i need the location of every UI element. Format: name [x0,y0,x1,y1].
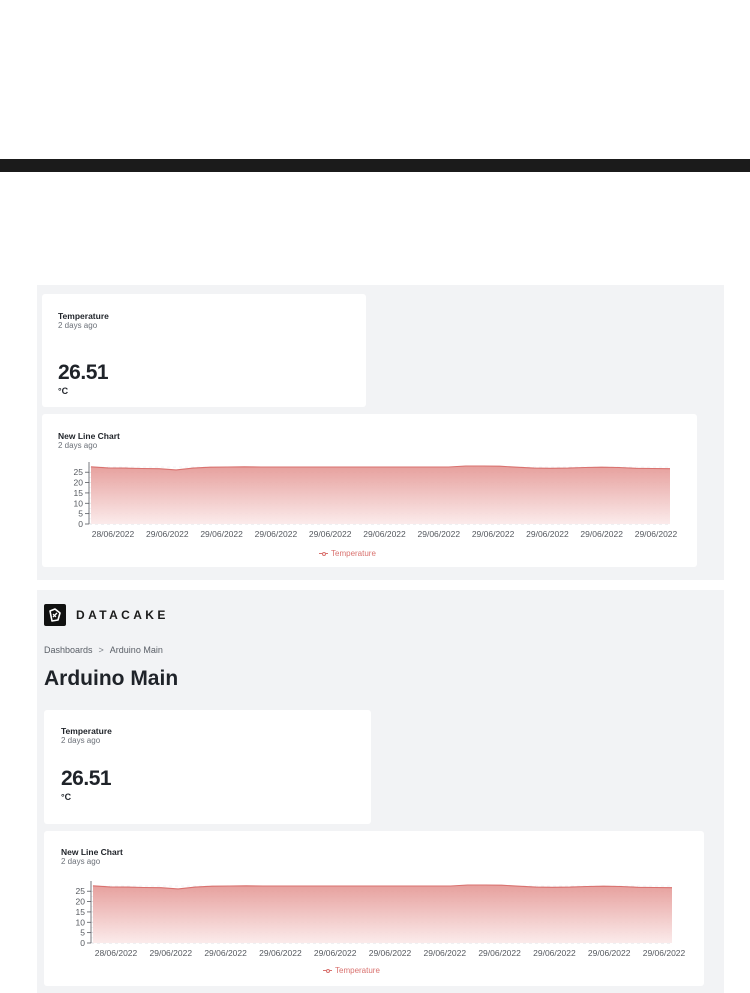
x-tick-label: 29/06/2022 [259,948,302,958]
temperature-line-chart: 0510152025 28/06/2022 29/06/2022 29/06/2022… [76,881,686,958]
datacake-logo-icon[interactable] [44,604,66,626]
y-tick-label: 10 [76,917,86,927]
temperature-value-widget[interactable]: Temperature 2 days ago 26.51 °C [44,710,371,824]
legend-series-label: Temperature [331,549,376,558]
legend-series-marker [323,968,332,974]
widget-timestamp: 2 days ago [61,736,101,745]
temperature-value: 26.51 [58,361,109,384]
breadcrumb-current[interactable]: Arduino Main [110,645,163,655]
widget-title: Temperature [61,726,112,736]
x-tick-label: 29/06/2022 [369,948,412,958]
x-tick-label: 29/06/2022 [478,948,521,958]
y-tick-label: 25 [76,886,86,896]
x-tick-label: 29/06/2022 [533,948,576,958]
breadcrumb-separator-icon: > [98,645,104,655]
top-divider-bar [0,159,750,172]
breadcrumb: Dashboards > Arduino Main [44,645,163,655]
legend-series-marker [319,551,328,557]
page-title: Arduino Main [44,667,179,690]
temperature-value-widget[interactable]: Temperature 2 days ago 26.51 °C [42,294,366,407]
x-tick-label: 29/06/2022 [418,529,461,539]
widget-title: Temperature [58,311,109,321]
x-tick-label: 29/06/2022 [588,948,631,958]
line-chart-widget[interactable]: New Line Chart 2 days ago 0 5 10 15 20 25 28/0… [44,831,704,986]
y-tick-label: 5 [80,928,85,938]
x-tick-label: 29/06/2022 [150,948,193,958]
x-tick-label: 29/06/2022 [363,529,406,539]
series-area-temperature [91,466,670,524]
x-tick-label: 29/06/2022 [526,529,569,539]
x-tick-label: 29/06/2022 [200,529,243,539]
y-tick-label: 10 [74,498,84,508]
y-tick-label: 20 [76,897,86,907]
temperature-unit: °C [58,386,69,396]
chart-legend[interactable]: Temperature [323,966,380,975]
series-area-temperature [93,885,672,943]
x-tick-label: 29/06/2022 [146,529,189,539]
temperature-unit: °C [61,792,72,802]
x-tick-label: 29/06/2022 [309,529,352,539]
y-tick-label: 0 [78,519,83,529]
x-tick-label: 28/06/2022 [92,529,135,539]
breadcrumb-dashboards-link[interactable]: Dashboards [44,645,93,655]
y-tick-label: 0 [80,938,85,948]
x-tick-label: 29/06/2022 [255,529,298,539]
brand-name: DATACAKE [76,608,169,622]
y-tick-label: 25 [74,467,84,477]
y-tick-label: 5 [78,509,83,519]
dashboard-preview-panel: Temperature 2 days ago 26.51 °C New Line… [37,285,724,580]
temperature-line-chart: 0510152025 28/06/2022 29/06/2022 29/06/2022… [74,462,678,539]
widget-timestamp: 2 days ago [58,321,98,330]
legend-series-label: Temperature [335,966,380,975]
y-tick-label: 15 [76,907,86,917]
x-tick-label: 29/06/2022 [643,948,686,958]
x-tick-label: 29/06/2022 [314,948,357,958]
x-tick-label: 29/06/2022 [635,529,678,539]
x-tick-label: 29/06/2022 [204,948,247,958]
x-tick-label: 29/06/2022 [424,948,467,958]
chart-legend[interactable]: Temperature [319,549,376,558]
y-tick-label: 15 [74,488,84,498]
x-tick-label: 28/06/2022 [95,948,138,958]
y-tick-label: 20 [74,478,84,488]
temperature-value: 26.51 [61,767,112,790]
line-chart-widget[interactable]: New Line Chart 2 days ago 0 5 10 15 20 25 28/0… [42,414,697,567]
x-tick-label: 29/06/2022 [472,529,515,539]
x-tick-label: 29/06/2022 [580,529,623,539]
